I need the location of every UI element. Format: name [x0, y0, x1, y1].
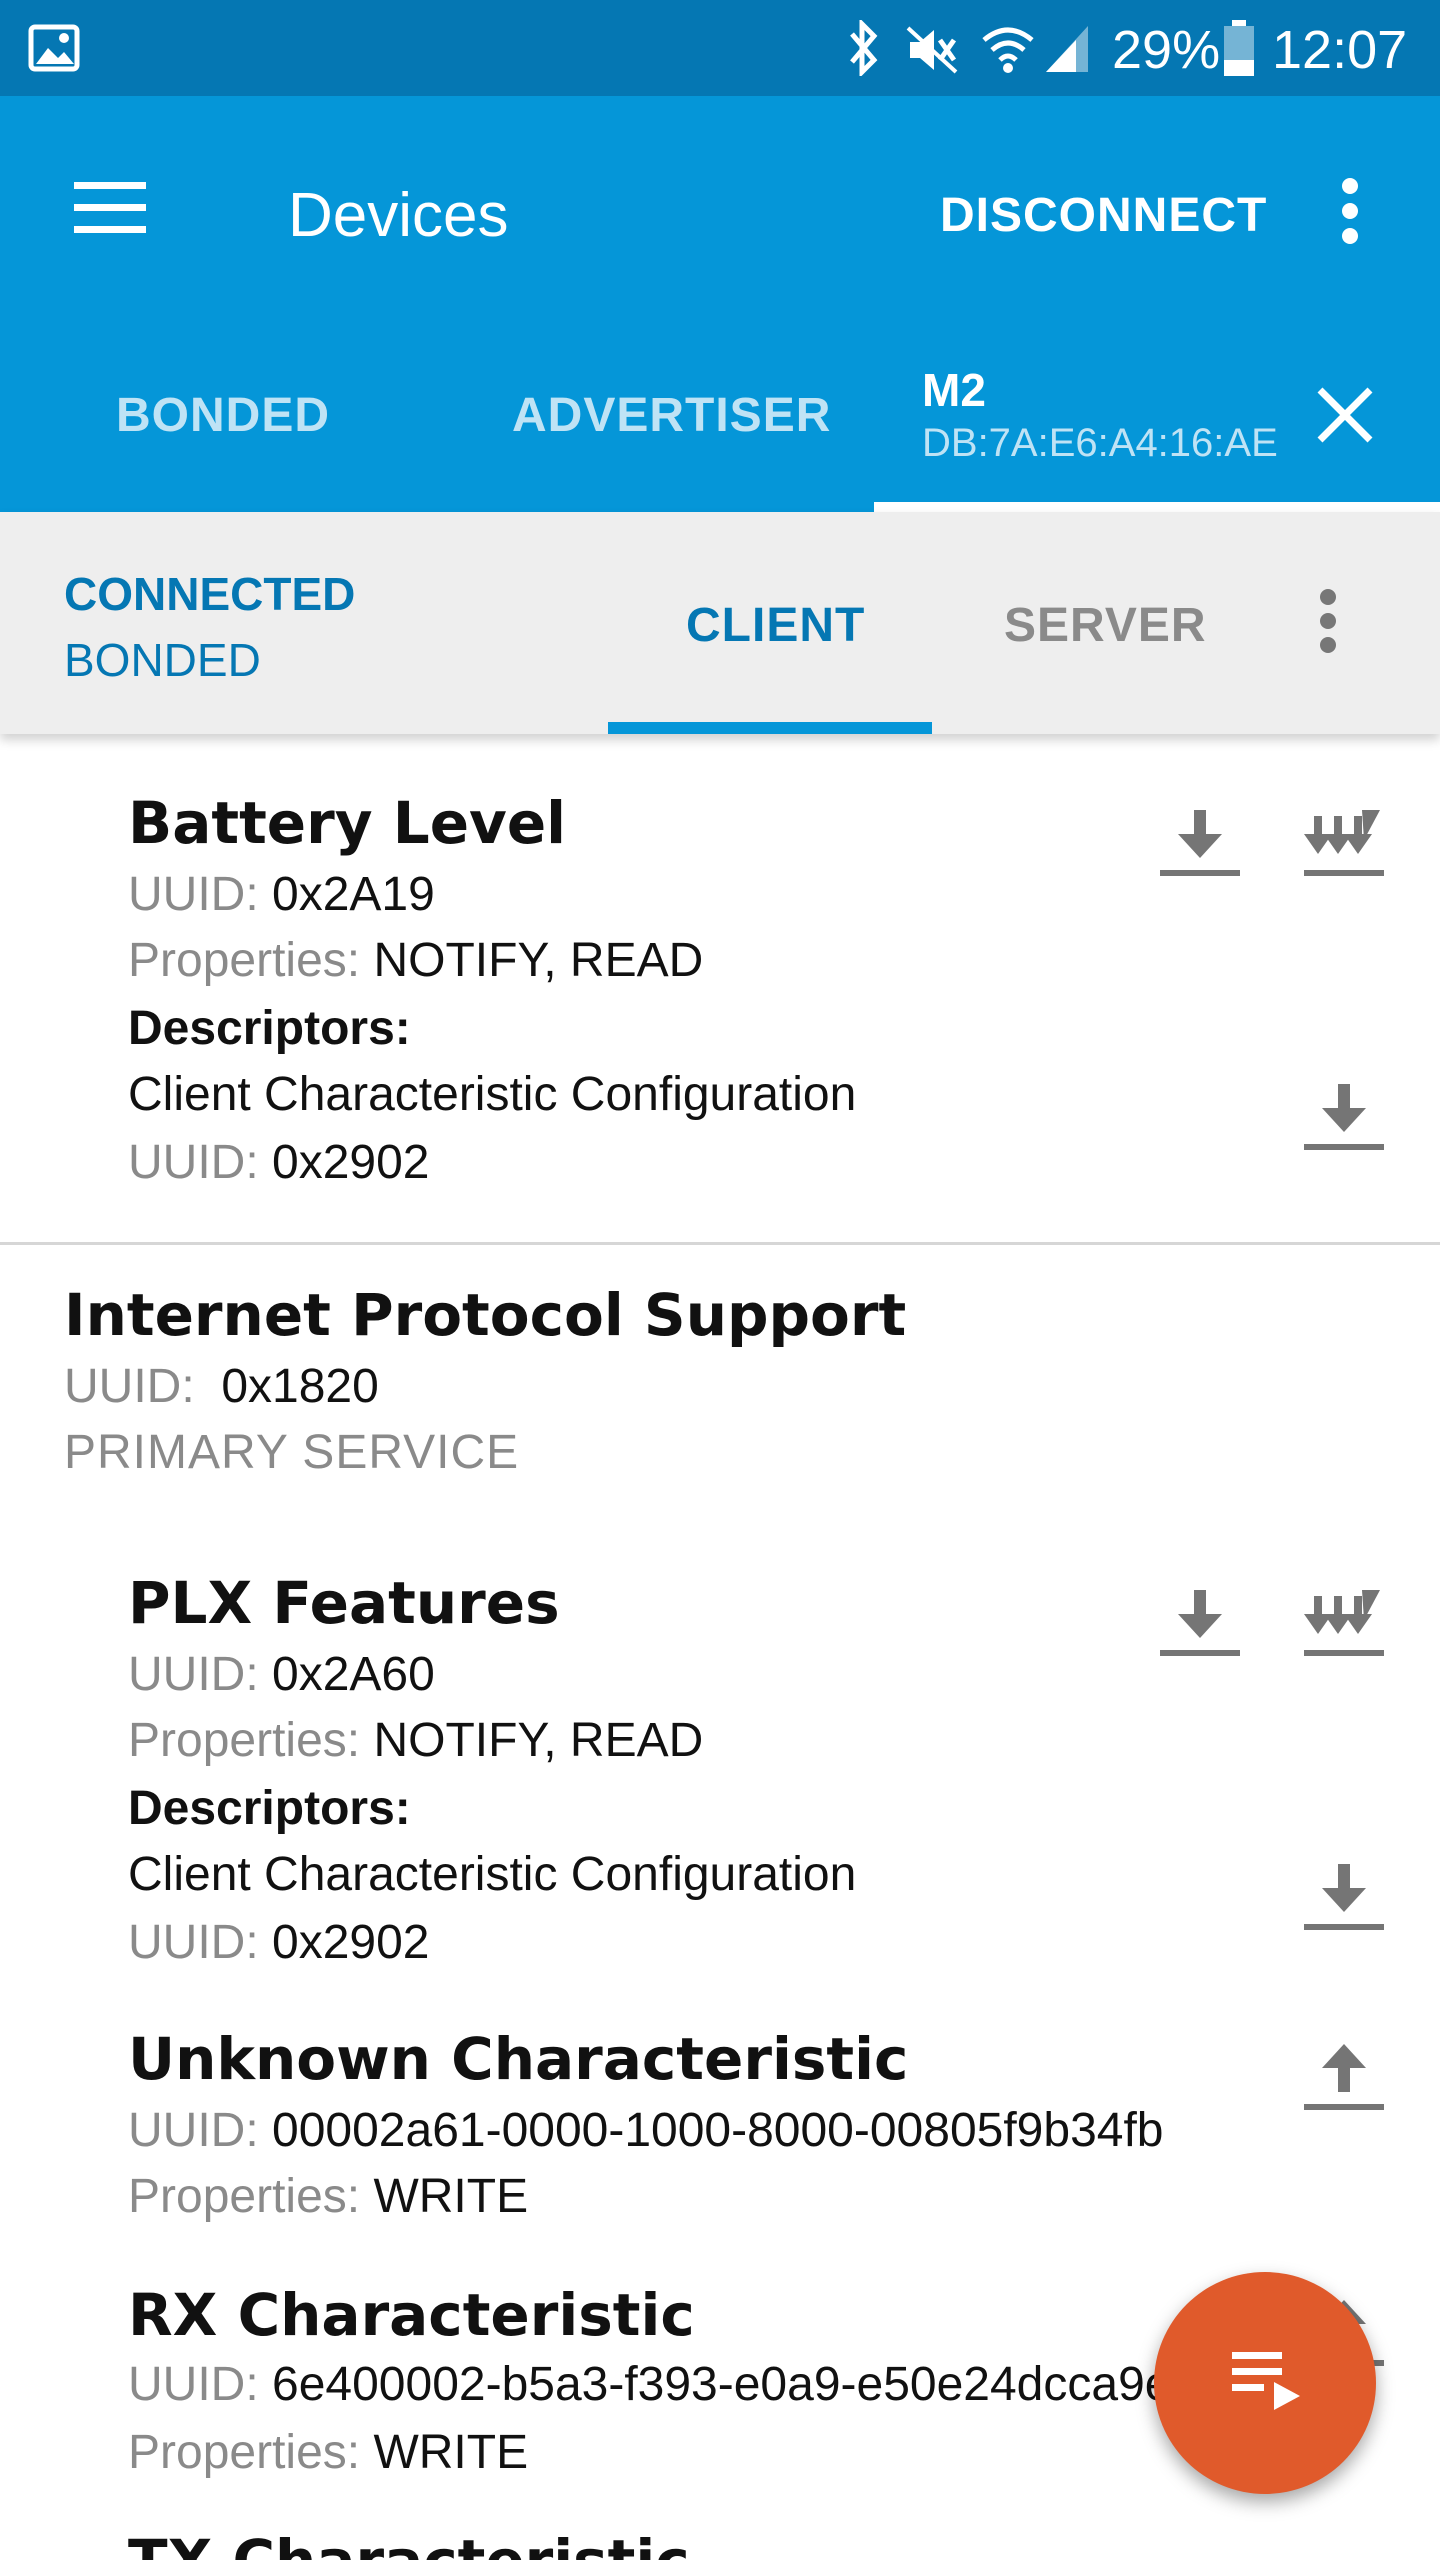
uuid-label: UUID:	[64, 1360, 195, 1413]
properties-label: Properties:	[128, 1714, 361, 1767]
descriptor-uuid: UUID: 0x2902	[128, 1912, 430, 1974]
clock: 12:07	[1272, 20, 1408, 80]
uuid-value: 00002a61-0000-1000-8000-00805f9b34fb	[272, 2104, 1164, 2157]
characteristic-name: TX Characteristic	[128, 2526, 690, 2560]
bond-state: BONDED	[64, 634, 261, 686]
status-bar: 29% 12:07	[0, 0, 1440, 96]
uuid-label: UUID:	[128, 1648, 259, 1701]
more-options-icon[interactable]	[1332, 176, 1368, 246]
uuid-value: 0x2902	[272, 1916, 430, 1969]
gallery-notification-icon	[28, 24, 80, 72]
write-icon[interactable]	[1302, 2044, 1386, 2112]
battery-percent: 29%	[1112, 20, 1221, 80]
wifi-icon	[980, 20, 1036, 76]
battery-icon	[1222, 20, 1256, 78]
descriptors-heading: Descriptors:	[128, 1002, 411, 1055]
playlist-play-icon	[1230, 2348, 1302, 2412]
notify-icon[interactable]	[1302, 1590, 1386, 1658]
characteristic-uuid: UUID: 0x2A60	[128, 1644, 435, 1706]
descriptor-name: Client Characteristic Configuration	[128, 1068, 857, 1121]
descriptor-read-icon[interactable]	[1302, 1864, 1386, 1932]
service-name: Internet Protocol Support	[64, 1281, 907, 1349]
client-tab-indicator	[608, 722, 932, 734]
characteristic-name: RX Characteristic	[128, 2281, 695, 2349]
tab-advertiser[interactable]: ADVERTISER	[512, 386, 831, 446]
tab-server[interactable]: SERVER	[1004, 596, 1207, 656]
tab-indicator	[874, 502, 1440, 512]
descriptor-read-icon[interactable]	[1302, 1084, 1386, 1152]
properties-label: Properties:	[128, 934, 361, 987]
characteristic-properties: Properties: WRITE	[128, 2166, 528, 2228]
characteristic-uuid: UUID: 6e400002-b5a3-f393-e0a9-e50e24dcca…	[128, 2354, 1168, 2416]
uuid-value: 0x1820	[221, 1360, 379, 1413]
characteristic-tx: TX Characteristic	[0, 2510, 1440, 2560]
uuid-label: UUID:	[128, 2358, 259, 2411]
signal-icon	[1042, 22, 1092, 74]
device-tab-address: DB:7A:E6:A4:16:AE	[922, 421, 1278, 465]
read-icon[interactable]	[1158, 1590, 1242, 1658]
tab-client[interactable]: CLIENT	[686, 596, 865, 656]
characteristic-name: Battery Level	[128, 789, 567, 857]
properties-value: NOTIFY, READ	[373, 1714, 704, 1767]
descriptor-uuid: UUID: 0x2902	[128, 1132, 430, 1194]
uuid-value: 0x2A19	[272, 868, 435, 921]
characteristic-properties: Properties: WRITE	[128, 2422, 528, 2484]
properties-value: WRITE	[373, 2426, 529, 2479]
read-icon[interactable]	[1158, 810, 1242, 878]
uuid-label: UUID:	[128, 1916, 259, 1969]
characteristic-properties: Properties: NOTIFY, READ	[128, 930, 703, 992]
characteristic-uuid: UUID: 0x2A19	[128, 864, 435, 926]
connection-bar: CONNECTED BONDED CLIENT SERVER	[0, 512, 1440, 734]
bluetooth-icon	[844, 20, 884, 76]
menu-icon[interactable]	[70, 180, 150, 236]
mute-icon	[904, 24, 960, 76]
properties-value: NOTIFY, READ	[373, 934, 704, 987]
descriptor-name: Client Characteristic Configuration	[128, 1848, 857, 1901]
close-icon[interactable]	[1314, 384, 1376, 446]
tab-bonded[interactable]: BONDED	[116, 386, 330, 446]
properties-value: WRITE	[373, 2170, 529, 2223]
connection-more-icon[interactable]	[1312, 588, 1344, 654]
app-bar: Devices DISCONNECT BONDED ADVERTISER M2 …	[0, 96, 1440, 512]
disconnect-button[interactable]: DISCONNECT	[940, 182, 1267, 250]
service-uuid: UUID: 0x1820	[64, 1356, 379, 1418]
characteristic-properties: Properties: NOTIFY, READ	[128, 1710, 703, 1772]
descriptors-heading: Descriptors:	[128, 1782, 411, 1835]
log-fab-button[interactable]	[1154, 2272, 1376, 2494]
uuid-label: UUID:	[128, 2104, 259, 2157]
characteristic-name: PLX Features	[128, 1569, 560, 1637]
properties-label: Properties:	[128, 2170, 361, 2223]
uuid-label: UUID:	[128, 1136, 259, 1189]
characteristic-uuid: UUID: 00002a61-0000-1000-8000-00805f9b34…	[128, 2100, 1163, 2162]
characteristic-name: Unknown Characteristic	[128, 2025, 909, 2093]
page-title: Devices	[288, 181, 509, 250]
properties-label: Properties:	[128, 2426, 361, 2479]
connection-state: CONNECTED	[64, 568, 356, 620]
device-tab-name: M2	[922, 364, 986, 416]
service-divider	[0, 1242, 1440, 1245]
uuid-value: 0x2902	[272, 1136, 430, 1189]
uuid-label: UUID:	[128, 868, 259, 921]
uuid-value: 6e400002-b5a3-f393-e0a9-e50e24dcca9e	[272, 2358, 1168, 2411]
notify-icon[interactable]	[1302, 810, 1386, 878]
service-type: PRIMARY SERVICE	[64, 1426, 520, 1479]
uuid-value: 0x2A60	[272, 1648, 435, 1701]
